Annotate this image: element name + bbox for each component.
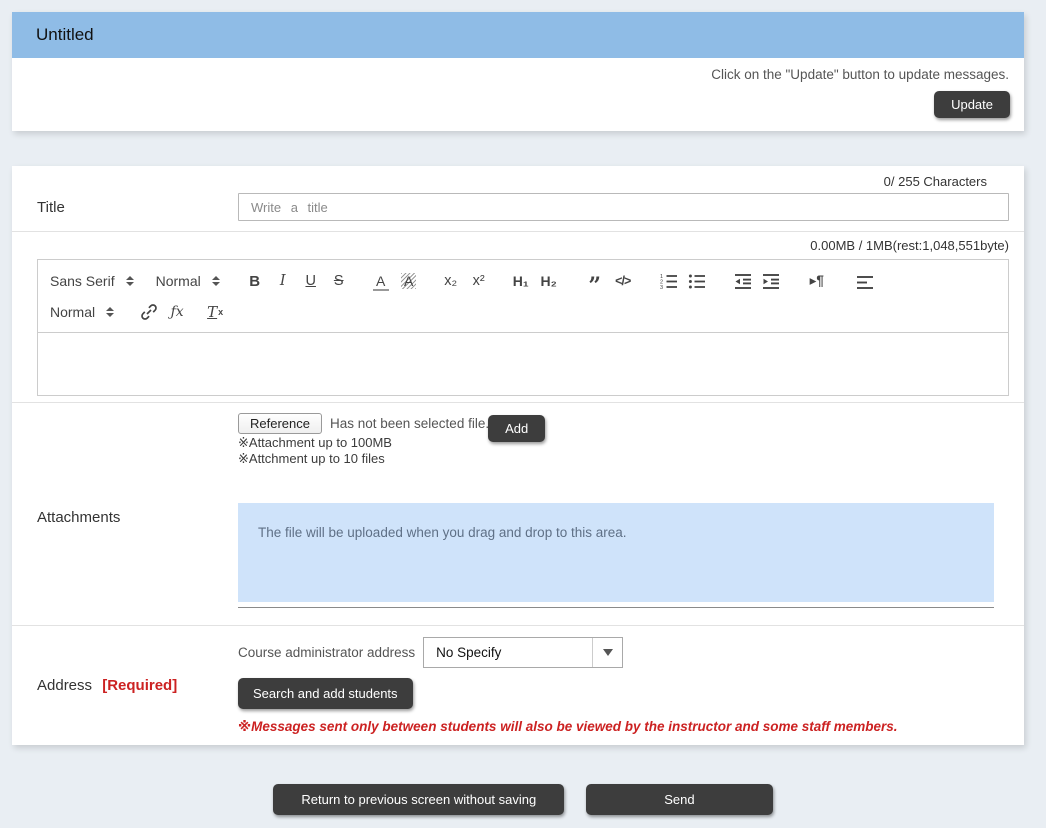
dropzone-text: The file will be uploaded when you drag … [258,525,627,540]
superscript-button[interactable]: x² [468,269,490,293]
required-badge: [Required] [102,677,177,694]
toolbar-row-1: Sans Serif Normal B I U S A A x₂ x [50,268,996,294]
attachment-size-note: ※Attachment up to 100MB [238,435,994,451]
picker-expand-icon [212,276,220,286]
header-picker[interactable]: Normal [156,273,220,289]
attachment-count-note: ※Attchment up to 10 files [238,451,994,467]
message-header-card: Untitled Click on the "Update" button to… [12,12,1024,131]
title-section: 0/ 255 Characters Title [12,166,1024,232]
select-selected-value: No Specify [424,638,592,667]
align-button[interactable] [854,269,876,293]
message-body-editor[interactable] [37,333,1009,396]
bullet-list-button[interactable] [686,269,708,293]
course-admin-address-label: Course administrator address [238,645,415,660]
update-button[interactable]: Update [934,91,1010,118]
text-color-button[interactable]: A [370,269,392,293]
formula-button[interactable]: ƒx [166,300,188,324]
size-picker-value: Normal [50,304,95,320]
search-add-students-button[interactable]: Search and add students [238,678,413,709]
no-file-selected-text: Has not been selected file. [330,413,489,431]
underline-button[interactable]: U [300,269,322,293]
ordered-list-button[interactable]: 1 2 3 [658,269,680,293]
send-button[interactable]: Send [586,784,772,815]
bullet-list-icon [688,272,706,290]
update-instruction-text: Click on the "Update" button to update m… [26,67,1009,82]
message-form-card: 0/ 255 Characters Title 0.00MB / 1MB(res… [12,166,1024,745]
italic-button[interactable]: I [272,269,294,293]
update-hint-area: Click on the "Update" button to update m… [12,58,1024,131]
return-without-saving-button[interactable]: Return to previous screen without saving [273,784,564,815]
picker-expand-icon [126,276,134,286]
editor-size-info: 0.00MB / 1MB(rest:1,048,551byte) [37,238,1009,253]
file-dropzone[interactable]: The file will be uploaded when you drag … [238,503,994,602]
background-color-button[interactable]: A [398,269,420,293]
editor-toolbar: Sans Serif Normal B I U S A A x₂ x [37,259,1009,333]
font-picker[interactable]: Sans Serif [50,273,134,289]
clean-format-button[interactable]: Tx [204,300,226,324]
align-icon [856,272,874,290]
attachments-section: Attachments Reference Has not been selec… [12,403,1024,626]
footer-actions: Return to previous screen without saving… [0,784,1046,815]
page-title: Untitled [36,25,94,45]
strikethrough-button[interactable]: S [328,269,350,293]
dropdown-arrow-icon [592,638,622,667]
outdent-icon [734,272,752,290]
background-color-icon: A [401,273,416,289]
font-picker-value: Sans Serif [50,273,115,289]
text-direction-button[interactable]: ▸¶ [806,269,828,293]
title-char-counter: 0/ 255 Characters [12,174,987,189]
header1-button[interactable]: H₁ [510,269,532,293]
course-admin-address-select[interactable]: No Specify [423,637,623,668]
direction-icon: ▸¶ [810,273,824,289]
indent-icon [762,272,780,290]
picker-expand-icon [106,307,114,317]
header2-button[interactable]: H₂ [538,269,560,293]
add-attachment-button[interactable]: Add [488,415,545,442]
text-color-icon: A [373,274,389,291]
header-picker-value: Normal [156,273,201,289]
students-message-warning: ※Messages sent only between students wil… [238,719,994,735]
code-block-button[interactable]: </> [612,269,634,293]
blockquote-button[interactable]: ” [584,269,606,293]
file-reference-button[interactable]: Reference [238,413,322,434]
size-picker[interactable]: Normal [50,304,114,320]
indent-button[interactable] [760,269,782,293]
address-section: Address [Required] Course administrator … [12,626,1024,745]
editor-section: 0.00MB / 1MB(rest:1,048,551byte) Sans Se… [12,232,1024,403]
title-input[interactable] [238,193,1009,221]
address-label: Address [37,677,92,694]
link-icon [140,303,158,321]
bold-button[interactable]: B [244,269,266,293]
attachments-label: Attachments [12,509,238,609]
toolbar-row-2: Normal ƒx Tx [50,299,996,325]
svg-text:3: 3 [660,285,663,290]
outdent-button[interactable] [732,269,754,293]
subscript-button[interactable]: x₂ [440,269,462,293]
message-title-bar: Untitled [12,12,1024,58]
attachments-divider [238,607,994,609]
clean-format-icon: T [207,303,217,321]
ordered-list-icon: 1 2 3 [660,272,678,290]
link-button[interactable] [138,300,160,324]
title-label: Title [12,193,238,221]
